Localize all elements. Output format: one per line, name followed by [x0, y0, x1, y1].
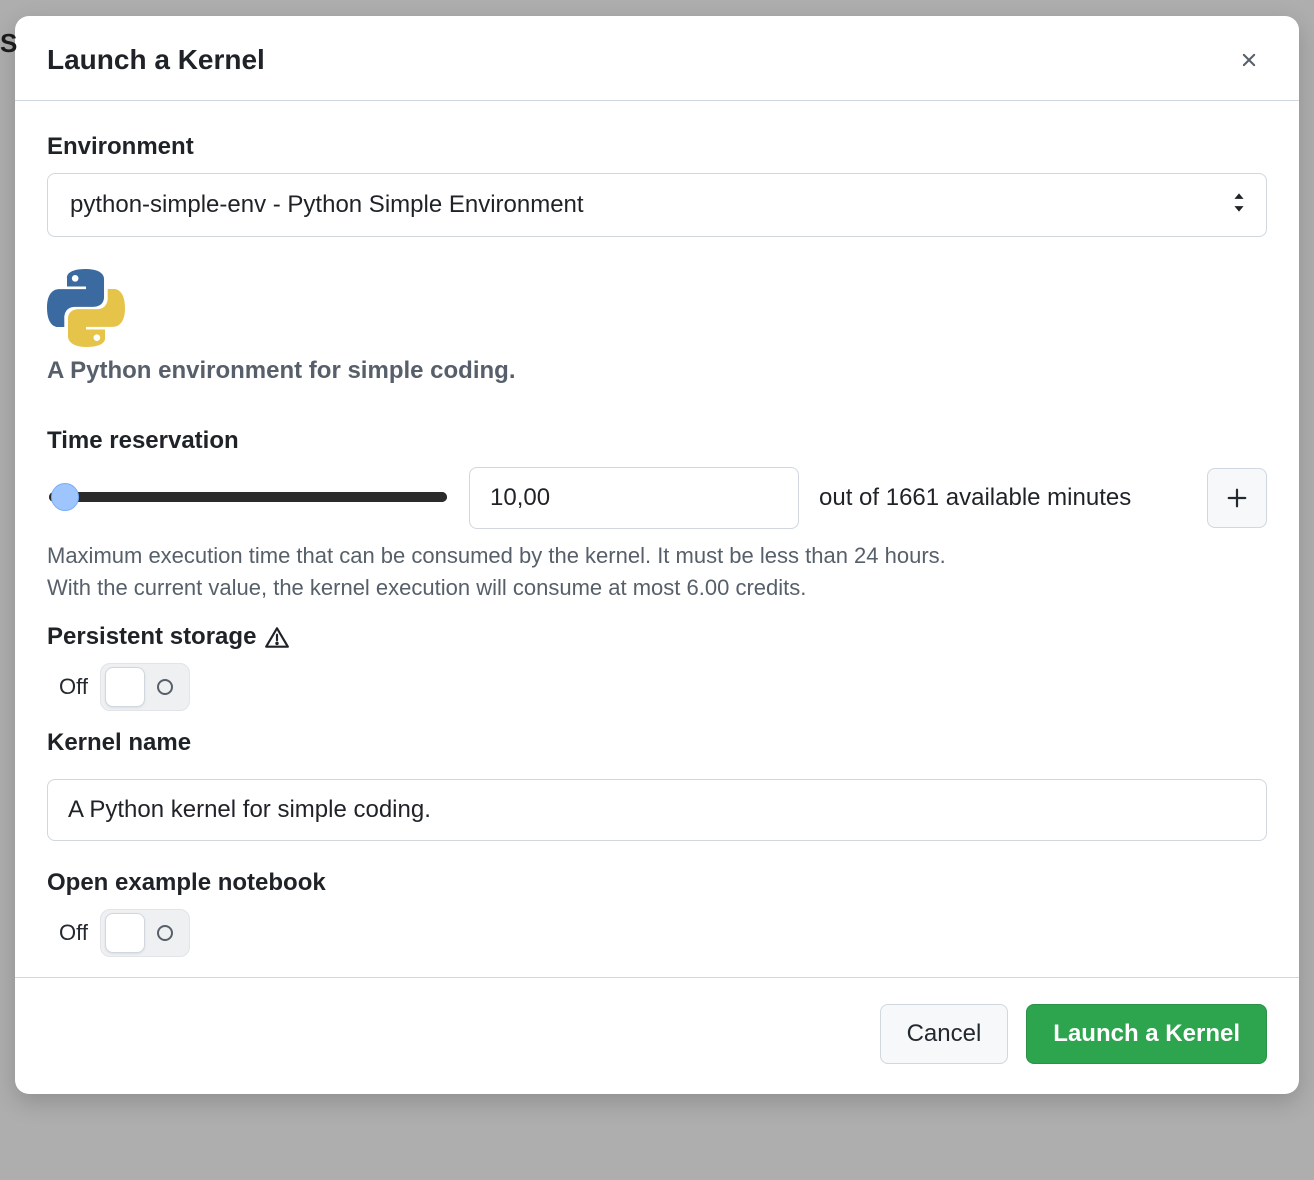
open-example-notebook-toggle-row: Off — [59, 909, 1267, 957]
open-example-notebook-block: Open example notebook Off — [47, 869, 1267, 957]
toggle-knob — [105, 667, 145, 707]
persistent-storage-label-text: Persistent storage — [47, 623, 256, 651]
modal-footer: Cancel Launch a Kernel — [15, 977, 1299, 1094]
toggle-off-indicator-icon — [157, 679, 173, 695]
warning-icon — [264, 623, 290, 651]
close-icon — [1238, 49, 1260, 71]
toggle-off-indicator-icon — [157, 925, 173, 941]
persistent-storage-label: Persistent storage — [47, 623, 1267, 651]
launch-button-label: Launch a Kernel — [1053, 1020, 1240, 1048]
kernel-name-block: Kernel name — [47, 729, 1267, 841]
environment-selected-value: python-simple-env - Python Simple Enviro… — [70, 191, 584, 219]
kernel-name-label: Kernel name — [47, 729, 1267, 757]
persistent-storage-toggle[interactable] — [100, 663, 190, 711]
plus-icon — [1226, 487, 1248, 509]
time-reservation-slider[interactable] — [49, 492, 447, 502]
time-slider-wrapper — [47, 489, 449, 507]
modal-title: Launch a Kernel — [47, 44, 265, 76]
kernel-name-input[interactable] — [47, 779, 1267, 841]
persistent-storage-block: Persistent storage Off — [47, 623, 1267, 711]
persistent-storage-toggle-row: Off — [59, 663, 1267, 711]
python-icon — [47, 269, 125, 347]
persistent-storage-state-label: Off — [59, 674, 88, 700]
time-reservation-input[interactable] — [469, 467, 799, 529]
modal-backdrop: S Launch a Kernel Environment python-sim… — [0, 0, 1314, 1180]
open-example-notebook-label: Open example notebook — [47, 869, 1267, 897]
add-time-button[interactable] — [1207, 468, 1267, 528]
time-reservation-row: out of 1661 available minutes — [47, 467, 1267, 529]
time-help-line-2: With the current value, the kernel execu… — [47, 575, 1267, 601]
modal-header: Launch a Kernel — [15, 16, 1299, 101]
time-help-line-1: Maximum execution time that can be consu… — [47, 543, 1267, 569]
open-example-notebook-toggle[interactable] — [100, 909, 190, 957]
cancel-button[interactable]: Cancel — [880, 1004, 1009, 1064]
environment-label: Environment — [47, 133, 1267, 161]
open-example-notebook-state-label: Off — [59, 920, 88, 946]
available-minutes-text: out of 1661 available minutes — [819, 484, 1187, 512]
environment-select[interactable]: python-simple-env - Python Simple Enviro… — [47, 173, 1267, 237]
launch-kernel-button[interactable]: Launch a Kernel — [1026, 1004, 1267, 1064]
modal-body: Environment python-simple-env - Python S… — [15, 101, 1299, 977]
toggle-knob — [105, 913, 145, 953]
cancel-button-label: Cancel — [907, 1020, 982, 1048]
environment-description: A Python environment for simple coding. — [47, 357, 1267, 385]
environment-select-wrapper: python-simple-env - Python Simple Enviro… — [47, 173, 1267, 237]
background-letter: S — [0, 28, 17, 59]
time-reservation-label: Time reservation — [47, 427, 1267, 455]
close-button[interactable] — [1231, 42, 1267, 78]
launch-kernel-modal: Launch a Kernel Environment python-simpl… — [15, 16, 1299, 1094]
